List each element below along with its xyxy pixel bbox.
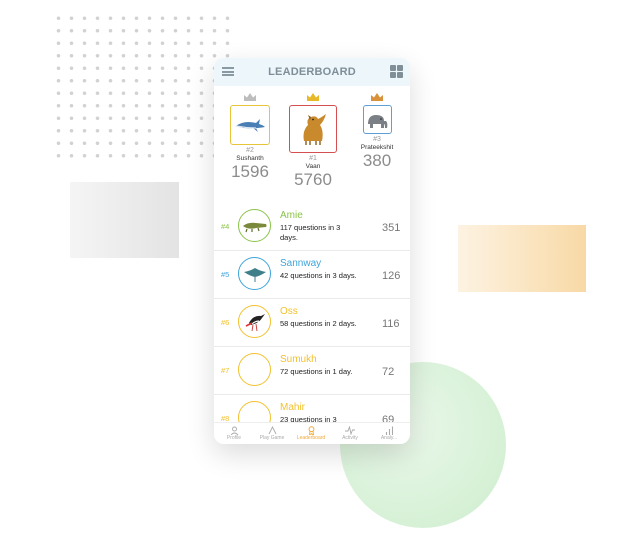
bar-chart-icon [385,426,393,435]
divider [214,298,410,299]
divider [214,250,410,251]
player-stats: 58 questions in 2 days. [280,319,357,328]
crown-icon [371,93,383,101]
tab-leaderboard[interactable]: Leaderboard [292,426,330,441]
player-score: 1596 [231,162,269,181]
avatar [238,353,271,386]
player-name: Oss [280,306,298,317]
player-score: 116 [382,318,400,330]
player-stats: 117 questions in 3 days. [280,223,341,242]
crocodile-icon [242,222,266,232]
tab-label: Leaderboard [296,435,326,441]
crown-icon [307,93,319,101]
list-item[interactable]: #7 Sumukh 72 questions in 1 day. 72 [214,348,410,395]
list-item[interactable]: #5 Sannway 42 questions in 3 days. 126 [214,252,410,299]
tab-label: Play Game [259,435,285,441]
player-score: 380 [362,151,392,170]
rank-label: #1 [309,155,317,162]
player-name: Sannway [280,258,322,269]
manta-ray-icon [243,267,266,282]
player-score: 351 [382,222,401,234]
person-icon [230,426,238,435]
podium-third[interactable]: #3 Prateekshit 380 [354,92,400,170]
elephant-icon [368,114,388,128]
chevron-up-icon [268,426,276,435]
avatar [230,105,270,145]
tab-activity[interactable]: Activity [331,426,369,441]
player-score: 126 [382,270,401,282]
player-name: Sumukh [280,354,317,365]
griffin-icon [303,114,326,145]
rank-label: #5 [221,270,230,279]
phone-screen: LEADERBOARD #2 Sushanth 1596 #1 Vaan 576… [214,58,410,444]
medal-icon [308,426,314,435]
player-stats: 72 questions in 1 day. [280,367,353,376]
dot-pattern [52,12,237,162]
avatar [362,105,392,134]
rank-label: #4 [221,222,230,231]
tab-label: Activity [342,435,358,441]
avatar [238,305,271,338]
shark-icon [235,119,265,132]
rank-label: #2 [246,147,254,154]
player-score: 5760 [294,170,332,189]
tab-profile[interactable]: Profile [215,426,253,441]
player-stats: 42 questions in 3 days. [280,271,357,280]
crown-icon [244,93,256,101]
tab-play-game[interactable]: Play Game [253,426,291,441]
avatar [289,105,337,153]
tab-label: Analy... [380,435,398,441]
divider [214,346,410,347]
avatar [238,209,271,242]
tab-analytics[interactable]: Analy... [370,426,408,441]
podium-second[interactable]: #2 Sushanth 1596 [228,92,272,181]
list-item[interactable]: #6 Oss 58 questions in 2 days. 116 [214,300,410,347]
player-score: 72 [382,366,395,378]
tab-label: Profile [226,435,242,441]
divider [214,394,410,395]
bottom-tab-bar: Profile Play Game Leaderboard Activity A… [214,422,410,444]
grid-icon[interactable] [390,65,403,78]
avatar [238,257,271,290]
decor-grey-rect [70,182,179,258]
podium-first[interactable]: #1 Vaan 5760 [286,92,340,189]
stork-icon [245,313,265,331]
rank-label: #6 [221,318,230,327]
hamburger-icon[interactable] [222,67,234,76]
player-name: Amie [280,210,303,221]
rank-label: #3 [373,136,381,143]
page-title: LEADERBOARD [268,66,356,78]
list-item[interactable]: #4 Amie 117 questions in 3 days. 351 [214,204,410,251]
decor-orange-rect [458,225,586,292]
rank-label: #7 [221,366,230,375]
activity-icon [345,426,355,435]
top-bar: LEADERBOARD [214,58,410,86]
player-name: Mahir [280,402,306,413]
